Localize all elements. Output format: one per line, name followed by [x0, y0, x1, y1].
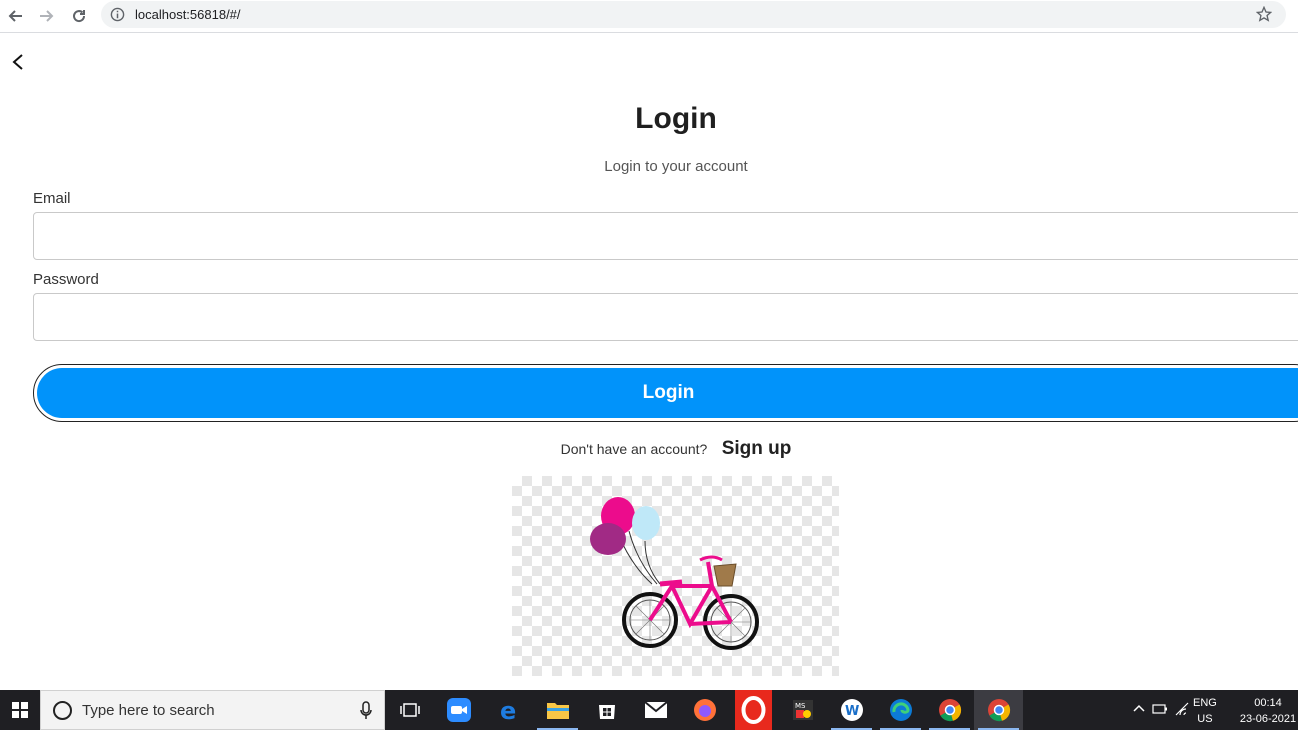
- browser-toolbar: localhost:56818/#/: [0, 0, 1298, 33]
- signup-link[interactable]: Sign up: [722, 438, 792, 459]
- chrome-active-icon[interactable]: [974, 690, 1023, 730]
- login-button[interactable]: Login: [33, 364, 1298, 422]
- login-button-fill[interactable]: Login: [37, 368, 1298, 418]
- cortana-icon: [53, 701, 72, 720]
- page-title: Login: [635, 102, 717, 135]
- svg-text:W: W: [845, 704, 859, 719]
- edge-icon[interactable]: [876, 690, 925, 730]
- battery-icon[interactable]: [1152, 704, 1168, 717]
- login-button-label: Login: [642, 382, 695, 403]
- clock-time: 00:14: [1254, 697, 1282, 709]
- language-line1: ENG: [1193, 697, 1217, 709]
- signup-row: Don't have an account? Sign up: [0, 438, 1298, 460]
- svg-text:MS: MS: [795, 702, 806, 710]
- signup-prompt: Don't have an account?: [560, 441, 708, 457]
- microsoft-store-icon[interactable]: [582, 690, 631, 730]
- login-page: Login Login to your account Email Passwo…: [0, 34, 1298, 690]
- reload-icon[interactable]: [67, 4, 91, 28]
- password-field[interactable]: [33, 293, 1298, 341]
- address-bar[interactable]: localhost:56818/#/: [101, 1, 1286, 28]
- taskbar-search-placeholder: Type here to search: [82, 702, 215, 719]
- bicycle-balloons-illustration: [512, 476, 839, 676]
- language-indicator[interactable]: ENG US: [1193, 695, 1217, 727]
- firefox-icon[interactable]: [680, 690, 729, 730]
- task-view-icon[interactable]: [385, 690, 434, 730]
- language-line2: US: [1197, 713, 1213, 725]
- edge-legacy-icon[interactable]: e: [484, 690, 533, 730]
- email-field[interactable]: [33, 212, 1298, 260]
- password-label: Password: [33, 271, 99, 288]
- opera-icon[interactable]: [729, 690, 778, 730]
- svg-text:e: e: [500, 698, 516, 722]
- zoom-app-icon[interactable]: [434, 690, 483, 730]
- multimedia-app-icon[interactable]: MS: [778, 690, 827, 730]
- tray-chevron-up-icon[interactable]: [1133, 703, 1145, 716]
- info-icon[interactable]: [110, 7, 125, 27]
- microphone-icon[interactable]: [360, 701, 372, 726]
- clock-date: 23-06-2021: [1239, 713, 1297, 725]
- page-subtitle: Login to your account: [604, 158, 748, 175]
- taskbar: Type here to search e MS W ENG US 00:14 …: [0, 690, 1298, 730]
- clock[interactable]: 00:14 23-06-2021: [1233, 695, 1298, 727]
- mail-icon[interactable]: [631, 690, 680, 730]
- forward-arrow-icon[interactable]: [35, 4, 59, 28]
- chrome-icon[interactable]: [925, 690, 974, 730]
- windows-start-icon[interactable]: [0, 690, 40, 730]
- app-w-icon[interactable]: W: [827, 690, 876, 730]
- back-arrow-icon[interactable]: [3, 4, 27, 28]
- bookmark-star-icon[interactable]: [1255, 5, 1273, 27]
- back-button[interactable]: [6, 51, 28, 73]
- taskbar-search[interactable]: Type here to search: [40, 690, 385, 730]
- wifi-icon[interactable]: [1174, 702, 1190, 719]
- system-tray: ENG US 00:14 23-06-2021: [1123, 690, 1298, 730]
- url-text[interactable]: localhost:56818/#/: [135, 7, 241, 22]
- file-explorer-icon[interactable]: [533, 690, 582, 730]
- email-label: Email: [33, 190, 71, 207]
